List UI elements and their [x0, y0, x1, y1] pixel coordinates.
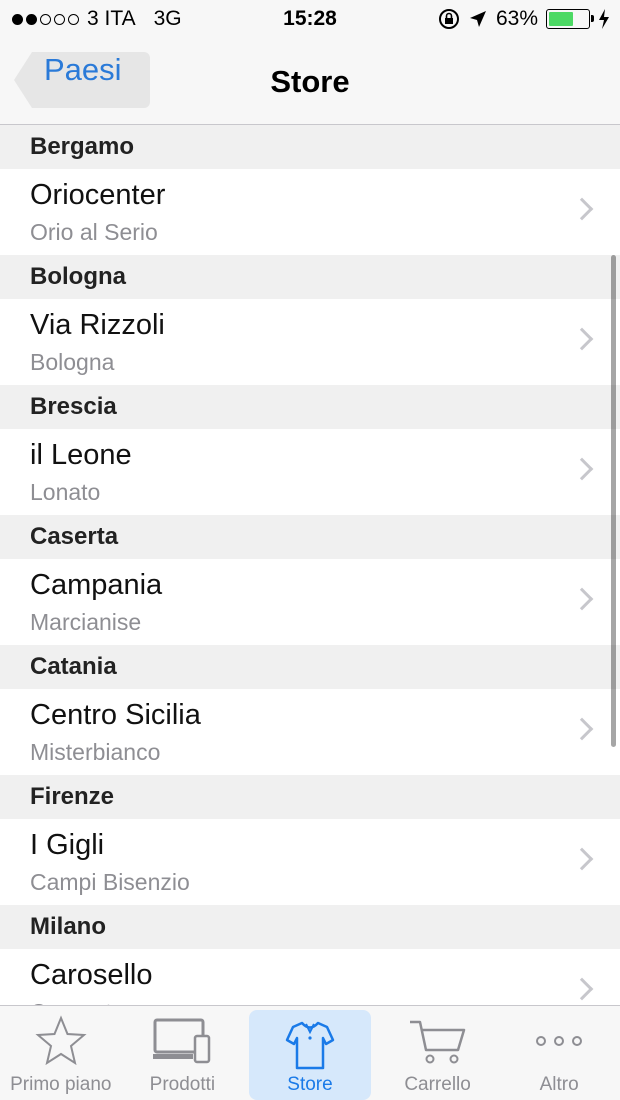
chevron-right-icon — [570, 977, 594, 1001]
store-name: Oriocenter — [30, 179, 166, 211]
store-row[interactable]: il Leone Lonato — [0, 429, 620, 515]
tab-label: Primo piano — [10, 1074, 112, 1095]
tab-label: Altro — [539, 1074, 579, 1095]
store-row[interactable]: I Gigli Campi Bisenzio — [0, 819, 620, 905]
chevron-right-icon — [570, 457, 594, 481]
chevron-right-icon — [570, 847, 594, 871]
tab-prodotti[interactable]: Prodotti — [122, 1006, 244, 1100]
store-name: Campania — [30, 569, 163, 601]
battery-icon — [546, 9, 594, 29]
store-row[interactable]: Via Rizzoli Bologna — [0, 299, 620, 385]
location-arrow-icon — [469, 11, 486, 27]
shirt-icon — [249, 1010, 371, 1072]
page-title: Store — [270, 64, 350, 99]
store-row[interactable]: Campania Marcianise — [0, 559, 620, 645]
tab-carrello[interactable]: Carrello — [377, 1006, 499, 1100]
battery-percent: 63% — [495, 7, 538, 30]
tab-label: Prodotti — [149, 1074, 216, 1095]
store-name: Via Rizzoli — [30, 309, 165, 341]
section-header: Milano — [0, 905, 620, 949]
section-header: Catania — [0, 645, 620, 689]
section-header: Caserta — [0, 515, 620, 559]
chevron-right-icon — [570, 587, 594, 611]
store-location: Misterbianco — [30, 739, 161, 765]
store-name: il Leone — [30, 439, 132, 471]
cart-icon — [377, 1006, 499, 1068]
store-row[interactable]: Oriocenter Orio al Serio — [0, 169, 620, 255]
store-name: Carosello — [30, 959, 153, 991]
section-header: Bergamo — [0, 125, 620, 169]
store-location: Marcianise — [30, 609, 142, 635]
store-name: I Gigli — [30, 829, 105, 861]
store-row[interactable]: CaroselloCarugate — [0, 949, 620, 1005]
star-icon — [0, 1006, 122, 1068]
status-bar: 3 ITA 3G 15:28 63% — [0, 0, 620, 40]
battery-fill — [549, 12, 573, 26]
tab-bar: Primo piano Prodotti Store Carrello Altro — [0, 1005, 620, 1100]
status-right: 63% — [438, 7, 610, 31]
tab-primo-piano[interactable]: Primo piano — [0, 1006, 122, 1100]
store-location: Lonato — [30, 479, 101, 505]
tab-altro[interactable]: Altro — [498, 1006, 620, 1100]
tab-label: Carrello — [404, 1074, 471, 1095]
chevron-right-icon — [570, 717, 594, 741]
rotation-lock-icon — [438, 9, 459, 29]
store-location: Campi Bisenzio — [30, 869, 190, 895]
store-location: Bologna — [30, 349, 115, 375]
section-header: Firenze — [0, 775, 620, 819]
store-row[interactable]: Centro Sicilia Misterbianco — [0, 689, 620, 775]
navigation-bar: Paesi Store — [0, 40, 620, 125]
section-header: Bologna — [0, 255, 620, 299]
tab-store[interactable]: Store — [249, 1010, 371, 1100]
store-name: Centro Sicilia — [30, 699, 201, 731]
store-location: Orio al Serio — [30, 219, 158, 245]
more-icon — [498, 1006, 620, 1068]
scrollbar[interactable] — [611, 255, 616, 747]
chevron-right-icon — [570, 197, 594, 221]
store-list[interactable]: Bergamo Oriocenter Orio al Serio Bologna Via… — [0, 125, 620, 1005]
section-header: Brescia — [0, 385, 620, 429]
devices-icon — [122, 1006, 244, 1068]
tab-label: Store — [287, 1074, 333, 1095]
charging-bolt-icon — [599, 9, 609, 29]
chevron-right-icon — [570, 327, 594, 351]
